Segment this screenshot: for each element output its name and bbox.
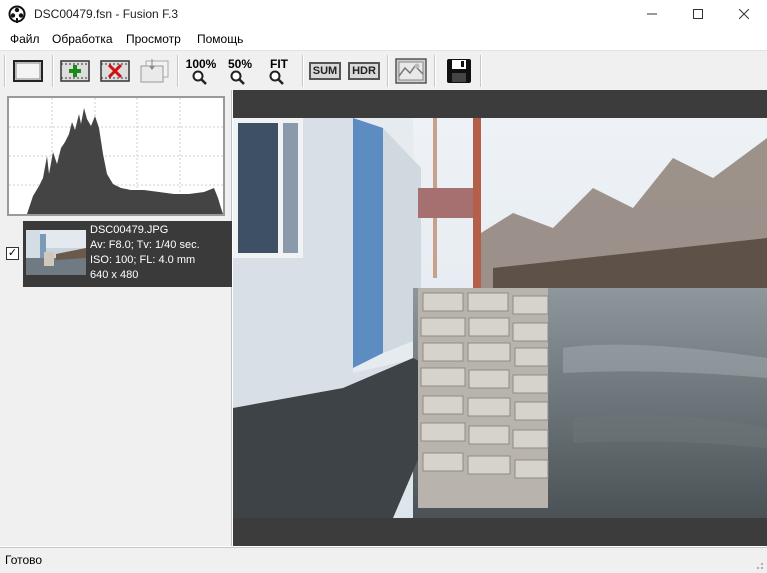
zoom-100-label: 100% [185, 57, 217, 71]
add-image-button[interactable] [58, 55, 92, 87]
menu-file[interactable]: Файл [10, 32, 40, 46]
sum-button[interactable]: SUM [308, 55, 342, 87]
save-button[interactable] [442, 55, 476, 87]
app-logo-icon [8, 5, 26, 23]
menu-help[interactable]: Помощь [197, 32, 243, 46]
image-settings-button[interactable] [394, 55, 428, 87]
thumbnail-filename: DSC00479.JPG [90, 224, 169, 236]
minimize-button[interactable] [629, 0, 675, 28]
zoom-100-button[interactable]: 100% [184, 55, 218, 87]
align-icon [140, 59, 169, 83]
toolbar-separator [177, 55, 179, 87]
sum-label: SUM [308, 62, 342, 80]
magnifier-icon [192, 70, 207, 85]
zoom-50-label: 50% [227, 57, 253, 71]
align-button[interactable] [137, 55, 171, 87]
hdr-button[interactable]: HDR [347, 55, 381, 87]
menu-bar: Файл Обработка Просмотр Помощь [0, 28, 767, 50]
toolbar-separator [302, 55, 304, 87]
left-panel: ✓ DSC00479.JPG Av: F8.0; Tv: 1/40 sec. I… [0, 90, 232, 546]
thumbnail-iso: ISO: 100; FL: 4.0 mm [90, 254, 196, 266]
thumbnail-dimensions: 640 x 480 [90, 269, 139, 281]
zoom-50-button[interactable]: 50% [223, 55, 257, 87]
maximize-icon [693, 9, 703, 19]
maximize-button[interactable] [675, 0, 721, 28]
thumbnail-image [26, 230, 86, 275]
zoom-fit-button[interactable]: FIT [262, 55, 296, 87]
hdr-label: HDR [348, 62, 380, 80]
minimize-icon [647, 13, 657, 15]
histogram-plot [9, 98, 223, 214]
image-settings-icon [395, 58, 427, 84]
window-title: DSC00479.fsn - Fusion F.3 [34, 7, 179, 21]
save-icon [447, 59, 471, 83]
menu-processing[interactable]: Обработка [52, 32, 113, 46]
histogram [7, 96, 225, 216]
view-frame-button[interactable] [11, 55, 45, 87]
toolbar-separator [387, 55, 389, 87]
thumbnail-exposure: Av: F8.0; Tv: 1/40 sec. [90, 239, 200, 251]
status-text: Готово [5, 553, 43, 567]
add-image-icon [60, 60, 90, 82]
magnifier-icon [269, 70, 284, 85]
resize-grip-icon[interactable] [754, 560, 764, 570]
thumbnail-checkbox[interactable]: ✓ [6, 247, 19, 260]
close-button[interactable] [721, 0, 767, 28]
thumbnail-item[interactable]: DSC00479.JPG Av: F8.0; Tv: 1/40 sec. ISO… [23, 221, 232, 287]
toolbar-separator [480, 55, 482, 87]
toolbar-separator [4, 55, 6, 87]
toolbar-separator [52, 55, 54, 87]
view-frame-icon [13, 60, 43, 82]
histogram-area [9, 108, 223, 214]
title-bar: DSC00479.fsn - Fusion F.3 [0, 0, 767, 28]
status-bar: Готово [0, 547, 767, 573]
remove-image-button[interactable] [98, 55, 132, 87]
remove-image-icon [100, 60, 130, 82]
menu-view[interactable]: Просмотр [126, 32, 181, 46]
image-viewer[interactable] [233, 90, 767, 546]
toolbar-separator [434, 55, 436, 87]
magnifier-icon [230, 70, 245, 85]
close-icon [739, 9, 749, 19]
preview-photo [233, 118, 767, 518]
zoom-fit-label: FIT [270, 57, 288, 71]
toolbar: 100% 50% FIT SUM HDR [0, 50, 767, 90]
